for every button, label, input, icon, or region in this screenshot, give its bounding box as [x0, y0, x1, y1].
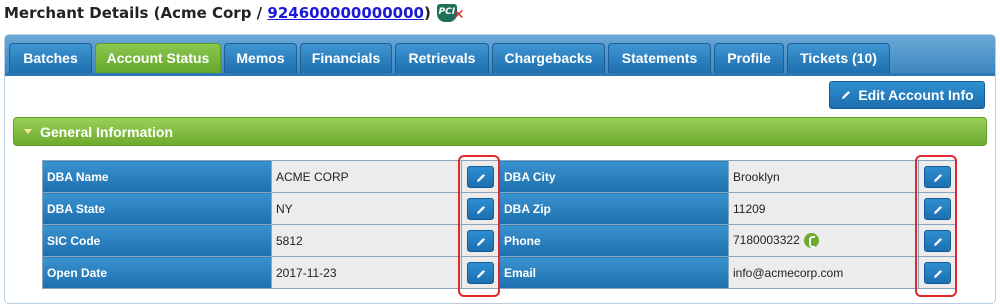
table-row: Open Date 2017-11-23 Email info@acmecorp… [42, 256, 957, 289]
label-dba-name: DBA Name [42, 160, 272, 193]
merchant-id-link[interactable]: 924600000000000 [267, 4, 424, 22]
label-email: Email [499, 256, 729, 289]
value-phone-cell: 7180003322 [728, 224, 919, 257]
label-dba-state: DBA State [42, 192, 272, 225]
tab-financials[interactable]: Financials [300, 43, 392, 73]
edit-dba-zip-button[interactable] [924, 197, 951, 220]
edit-dba-name-button[interactable] [467, 165, 494, 188]
tab-profile[interactable]: Profile [714, 43, 784, 73]
tab-chargebacks[interactable]: Chargebacks [492, 43, 605, 73]
pencil-icon [477, 205, 485, 214]
collapse-triangle-icon [24, 129, 32, 134]
edit-account-info-label: Edit Account Info [858, 87, 974, 103]
pci-fail-icon: ✕ [452, 7, 465, 23]
tab-account-status[interactable]: Account Status [95, 43, 221, 73]
label-dba-city: DBA City [499, 160, 729, 193]
tab-retrievals[interactable]: Retrievals [395, 43, 489, 73]
table-row: DBA Name ACME CORP DBA City Brooklyn [42, 160, 957, 193]
title-suffix: ) [423, 4, 431, 22]
pencil-icon [934, 269, 942, 278]
general-information-header[interactable]: General Information [13, 117, 987, 146]
pencil-icon [934, 205, 942, 214]
pencil-icon [842, 91, 851, 99]
value-dba-city: Brooklyn [728, 160, 919, 193]
pencil-icon [477, 269, 485, 278]
tab-tickets[interactable]: Tickets (10) [787, 43, 890, 73]
pci-status-icon: PCI ✕ [436, 4, 465, 23]
table-row: DBA State NY DBA Zip 11209 [42, 192, 957, 225]
tab-batches[interactable]: Batches [9, 43, 92, 73]
table-row: SIC Code 5812 Phone 7180003322 [42, 224, 957, 257]
title-separator: / [251, 4, 268, 22]
edit-account-info-button[interactable]: Edit Account Info [829, 81, 985, 109]
edit-dba-state-button[interactable] [467, 197, 494, 220]
pencil-icon [477, 173, 485, 182]
general-information-table: DBA Name ACME CORP DBA City Brooklyn DBA… [42, 160, 957, 289]
value-open-date: 2017-11-23 [271, 256, 462, 289]
pencil-icon [934, 237, 942, 246]
title-prefix: Merchant Details ( [4, 4, 161, 22]
value-email: info@acmecorp.com [728, 256, 919, 289]
phone-icon[interactable] [803, 233, 819, 249]
value-phone: 7180003322 [733, 232, 800, 247]
tab-bar: Batches Account Status Memos Financials … [5, 35, 995, 76]
edit-phone-button[interactable] [924, 229, 951, 252]
value-sic-code: 5812 [271, 224, 462, 257]
value-dba-name: ACME CORP [271, 160, 462, 193]
tab-statements[interactable]: Statements [608, 43, 711, 73]
edit-dba-city-button[interactable] [924, 165, 951, 188]
pencil-icon [934, 173, 942, 182]
section-title: General Information [40, 123, 174, 140]
tab-memos[interactable]: Memos [224, 43, 297, 73]
label-open-date: Open Date [42, 256, 272, 289]
value-dba-zip: 11209 [728, 192, 919, 225]
edit-open-date-button[interactable] [467, 261, 494, 284]
value-dba-state: NY [271, 192, 462, 225]
edit-email-button[interactable] [924, 261, 951, 284]
merchant-name: Acme Corp [160, 4, 252, 22]
label-sic-code: SIC Code [42, 224, 272, 257]
label-dba-zip: DBA Zip [499, 192, 729, 225]
pencil-icon [477, 237, 485, 246]
label-phone: Phone [499, 224, 729, 257]
page-title: Merchant Details (Acme Corp / 9246000000… [4, 4, 465, 23]
merchant-details-panel: Batches Account Status Memos Financials … [4, 34, 996, 304]
edit-sic-code-button[interactable] [467, 229, 494, 252]
